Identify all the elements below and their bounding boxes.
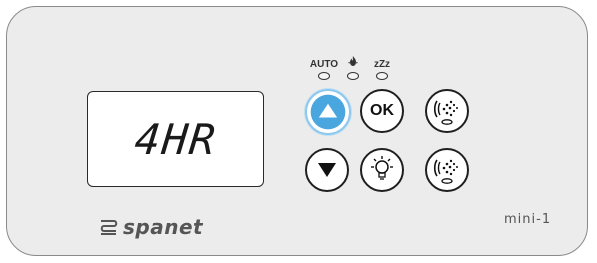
display-readout: 4HR: [131, 114, 219, 164]
heat-flame-icon: [347, 55, 359, 70]
indicator-auto-label: AUTO: [309, 59, 339, 70]
jet-pump-icon: [433, 159, 458, 184]
ok-button[interactable]: OK: [360, 89, 404, 133]
jet-2-button[interactable]: [425, 148, 469, 192]
led-sleep: [376, 72, 388, 80]
up-button[interactable]: [305, 89, 351, 135]
jet-1-button[interactable]: [425, 89, 469, 133]
down-button[interactable]: [305, 148, 349, 192]
spanet-logo-icon: [100, 220, 118, 235]
brand-logo: spanet: [99, 215, 203, 239]
light-bulb-icon: [371, 156, 393, 180]
led-auto: [318, 72, 330, 80]
triangle-down-icon: [318, 163, 336, 177]
triangle-up-icon: [310, 94, 346, 130]
model-name: mini-1: [504, 212, 552, 227]
led-heat: [347, 72, 359, 80]
ok-label: OK: [370, 102, 394, 119]
control-panel: 4HR AUTO zZz OK spanet mini-1: [6, 6, 588, 256]
light-button[interactable]: [360, 148, 404, 192]
jet-pump-icon: [433, 100, 458, 125]
lcd-display: 4HR: [87, 91, 264, 187]
brand-name: spanet: [123, 215, 204, 239]
indicator-sleep-label: zZz: [373, 59, 391, 70]
